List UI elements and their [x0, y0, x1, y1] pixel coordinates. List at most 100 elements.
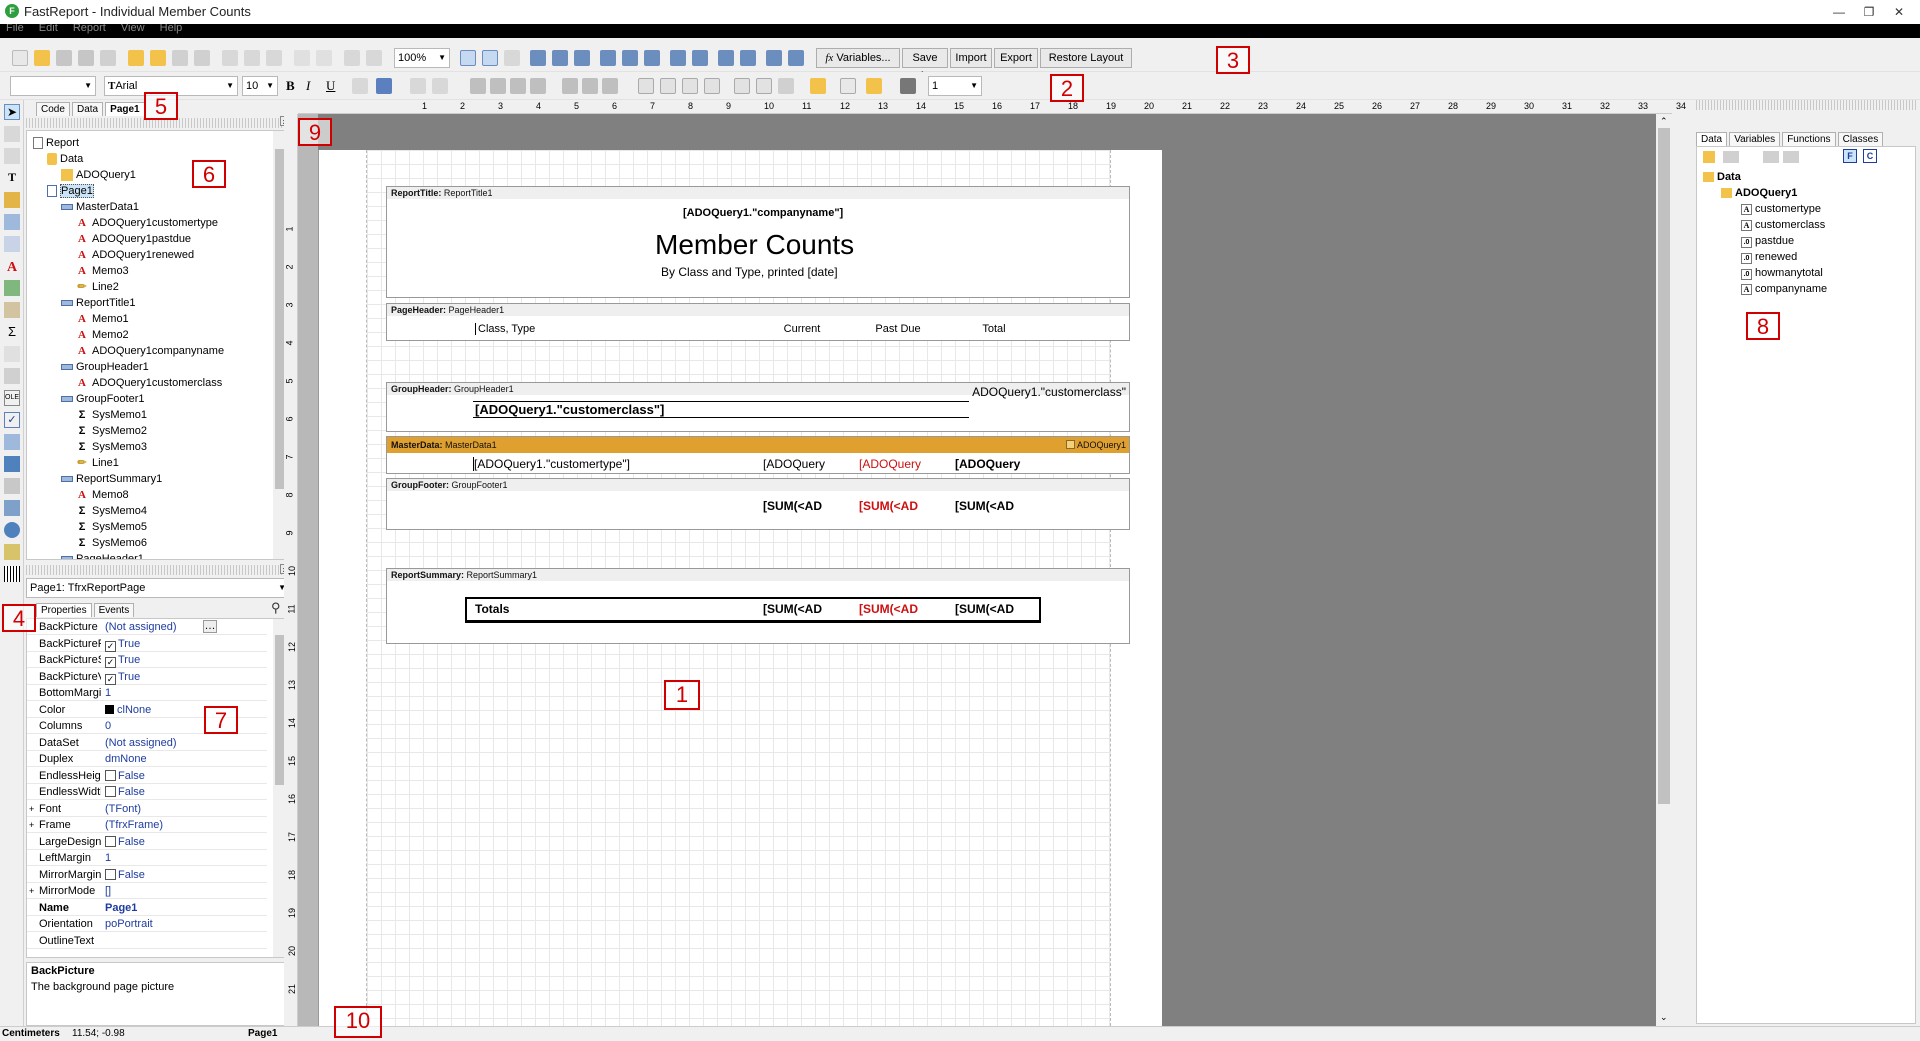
- band-master-data[interactable]: MasterData: MasterData1 ADOQuery1 [ADOQu…: [386, 436, 1130, 474]
- object-selector[interactable]: Page1: TfrxReportPage ▼: [26, 578, 290, 598]
- menu-report[interactable]: Report: [67, 24, 112, 34]
- design-vertical-scrollbar[interactable]: ⌃ ⌄: [1656, 114, 1672, 1026]
- property-value[interactable]: Page1: [105, 900, 137, 916]
- data-tree-item[interactable]: .0 howmanytotal: [1741, 265, 1823, 281]
- tree-item[interactable]: Σ SysMemo3: [75, 439, 147, 455]
- text-align-center-icon[interactable]: [490, 78, 506, 94]
- print-icon[interactable]: [78, 50, 94, 66]
- variables-button[interactable]: fx Variables...: [816, 48, 900, 68]
- tree-item[interactable]: Σ SysMemo5: [75, 519, 147, 535]
- close-button[interactable]: ✕: [1888, 2, 1910, 22]
- create-datasource-icon[interactable]: [1703, 151, 1715, 163]
- data-tree-item[interactable]: Acustomertype: [1741, 201, 1821, 217]
- property-value[interactable]: (Not assigned): [105, 735, 177, 751]
- group-sum-current[interactable]: [SUM(<AD: [763, 499, 841, 513]
- line-width-select[interactable]: 1 ▼: [928, 76, 982, 96]
- tab-page1[interactable]: Page1: [105, 102, 145, 116]
- import-button[interactable]: Import: [950, 48, 992, 68]
- fit-to-grid-icon[interactable]: [504, 50, 520, 66]
- select-tool-icon[interactable]: ➤: [4, 104, 20, 120]
- align-left-icon[interactable]: [530, 50, 546, 66]
- tree-item[interactable]: A Memo2: [75, 327, 129, 343]
- tree-item[interactable]: Σ SysMemo4: [75, 503, 147, 519]
- checkbox-icon[interactable]: ✓: [105, 673, 116, 685]
- align-bottom-icon[interactable]: [644, 50, 660, 66]
- tab-events[interactable]: Events: [93, 603, 135, 617]
- property-row[interactable]: BottomMargin 1: [27, 685, 267, 701]
- property-row[interactable]: Name Page1: [27, 900, 267, 916]
- new-page-icon[interactable]: [128, 50, 144, 66]
- checkbox-object-icon[interactable]: ✓: [4, 412, 20, 428]
- text-top-icon[interactable]: [562, 78, 578, 94]
- hand-tool-icon[interactable]: [4, 126, 20, 142]
- sort-icon[interactable]: [1723, 151, 1739, 163]
- field-mode-icon[interactable]: F: [1843, 149, 1857, 163]
- data-panel-grip[interactable]: [1696, 100, 1916, 110]
- delete-page-icon[interactable]: [172, 50, 188, 66]
- subreport-icon[interactable]: [4, 346, 20, 362]
- minimize-button[interactable]: —: [1828, 2, 1850, 22]
- property-row[interactable]: Duplex dmNone: [27, 751, 267, 767]
- col-total-header[interactable]: Total: [955, 323, 1033, 335]
- property-row[interactable]: + Frame (TfrxFrame): [27, 817, 267, 833]
- font-size-select[interactable]: 10 ▼: [242, 76, 278, 96]
- report-subtitle-memo[interactable]: By Class and Type, printed [date]: [661, 265, 838, 279]
- zoom-select[interactable]: 100% ▼: [394, 48, 450, 68]
- system-text-icon[interactable]: [4, 302, 20, 318]
- tree-item[interactable]: ADOQuery1: [61, 167, 136, 183]
- tree-item[interactable]: Σ SysMemo6: [75, 535, 147, 551]
- tree-item[interactable]: A Memo3: [75, 263, 129, 279]
- property-value[interactable]: (Not assigned): [105, 619, 177, 635]
- cut-icon[interactable]: [222, 50, 238, 66]
- report-page[interactable]: ReportTitle: ReportTitle1 [ADOQuery1."co…: [318, 150, 1162, 1026]
- group-icon[interactable]: [344, 50, 360, 66]
- tree-item[interactable]: A ADOQuery1pastdue: [75, 231, 191, 247]
- data-tree-item[interactable]: .0 renewed: [1741, 249, 1797, 265]
- align-top-icon[interactable]: [600, 50, 616, 66]
- picture-object-icon[interactable]: [4, 280, 20, 296]
- frame-left-icon[interactable]: [682, 78, 698, 94]
- checkbox-icon[interactable]: [105, 868, 116, 880]
- customer-type-memo[interactable]: [ADOQuery1."customertype"]: [473, 457, 683, 471]
- tab-variables[interactable]: Variables: [1729, 132, 1781, 146]
- tree-item[interactable]: Data: [47, 151, 83, 167]
- tree-item[interactable]: GroupHeader1: [61, 359, 149, 375]
- expand-icon[interactable]: +: [29, 883, 34, 899]
- property-value[interactable]: (TfrxFrame): [105, 817, 163, 833]
- property-row[interactable]: BackPicture (Not assigned)…: [27, 619, 267, 635]
- property-row[interactable]: DataSet (Not assigned): [27, 735, 267, 751]
- frame-top-icon[interactable]: [638, 78, 654, 94]
- property-value[interactable]: ✓ True: [105, 652, 140, 668]
- property-row[interactable]: MirrorMargins False: [27, 867, 267, 883]
- tab-classes[interactable]: Classes: [1837, 132, 1884, 146]
- tree-item[interactable]: MasterData1: [61, 199, 139, 215]
- tree-item[interactable]: Report: [33, 135, 79, 151]
- property-row[interactable]: BackPicturePrintable ✓True: [27, 636, 267, 652]
- data-tree-item[interactable]: Acustomerclass: [1741, 217, 1825, 233]
- style-select[interactable]: ▼: [10, 76, 96, 96]
- space-horizontal-icon[interactable]: [670, 50, 686, 66]
- property-row[interactable]: BackPictureVisible ✓True: [27, 669, 267, 685]
- tab-properties[interactable]: Properties: [36, 603, 92, 617]
- frame-color-icon[interactable]: [866, 78, 882, 94]
- property-value[interactable]: poPortrait: [105, 916, 153, 932]
- zoom-tool-icon[interactable]: [4, 148, 20, 164]
- tree-item[interactable]: Σ SysMemo1: [75, 407, 147, 423]
- company-name-memo[interactable]: [ADOQuery1."companyname"]: [683, 207, 843, 219]
- new-report-icon[interactable]: [12, 50, 28, 66]
- band-tool-icon[interactable]: [4, 214, 20, 230]
- group-sum-past-due[interactable]: [SUM(<AD: [859, 499, 937, 513]
- tab-data-tree[interactable]: Data: [1696, 132, 1728, 146]
- property-value[interactable]: dmNone: [105, 751, 147, 767]
- map-object-icon[interactable]: [4, 522, 20, 538]
- current-memo[interactable]: [ADOQuery: [763, 457, 841, 471]
- property-value[interactable]: []: [105, 883, 111, 899]
- text-align-left-icon[interactable]: [470, 78, 486, 94]
- band-group-header[interactable]: GroupHeader: GroupHeader1 ADOQuery1."cus…: [386, 382, 1130, 432]
- frame-all-icon[interactable]: [734, 78, 750, 94]
- col-class-type-header[interactable]: Class, Type: [475, 323, 611, 335]
- space-vertical-icon[interactable]: [692, 50, 708, 66]
- page-settings-icon[interactable]: [194, 50, 210, 66]
- property-row[interactable]: LeftMargin 1: [27, 850, 267, 866]
- text-middle-icon[interactable]: [582, 78, 598, 94]
